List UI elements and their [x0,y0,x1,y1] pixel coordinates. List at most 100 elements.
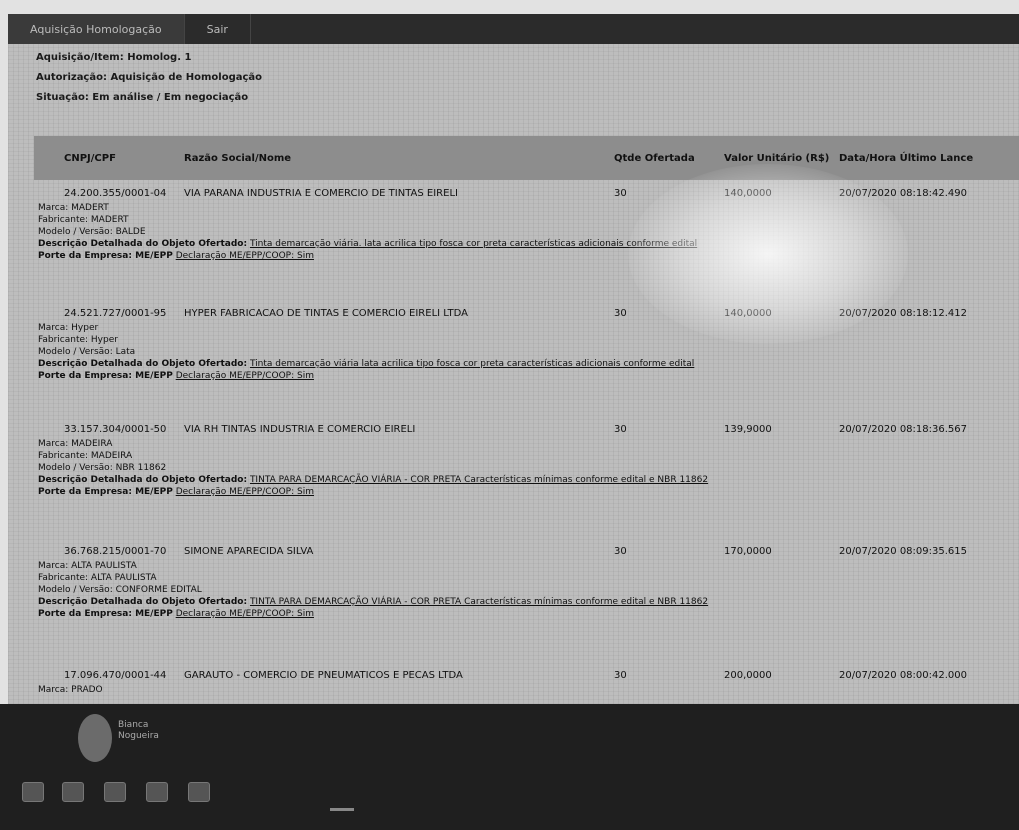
descricao-line: Descrição Detalhada do Objeto Ofertado: … [38,238,1019,250]
cell-valor: 170,0000 [724,545,772,557]
descricao-line: Descrição Detalhada do Objeto Ofertado: … [38,596,1019,608]
descricao-label: Descrição Detalhada do Objeto Ofertado: [38,475,248,485]
cell-qtd: 30 [614,423,627,435]
cell-razao: VIA RH TINTAS INDUSTRIA E COMERCIO EIREL… [184,423,416,435]
taskbar: Bianca Nogueira [0,704,1019,830]
table-row: 33.157.304/0001-50 VIA RH TINTAS INDUSTR… [34,420,1019,498]
descricao-link[interactable]: TINTA PARA DEMARCAÇÃO VIÁRIA - COR PRETA… [250,597,708,607]
header-valor: Valor Unitário (R$) [724,152,830,164]
cell-valor: 139,9000 [724,423,772,435]
declaracao-link[interactable]: Declaração ME/EPP/COOP: Sim [176,251,314,261]
row-main: 36.768.215/0001-70 SIMONE APARECIDA SILV… [34,542,1019,560]
cell-razao: VIA PARANA INDUSTRIA E COMERCIO DE TINTA… [184,187,458,199]
row-detail: Marca: MADEIRA Fabricante: MADEIRA Model… [34,438,1019,498]
cell-cnpj: 33.157.304/0001-50 [64,423,167,435]
porte-line: Porte da Empresa: ME/EPP Declaração ME/E… [38,608,1019,620]
header-cnpj: CNPJ/CPF [64,152,116,164]
row-main: 24.200.355/0001-04 VIA PARANA INDUSTRIA … [34,184,1019,202]
tab-sair[interactable]: Sair [185,14,251,44]
descricao-label: Descrição Detalhada do Objeto Ofertado: [38,239,248,249]
cell-cnpj: 36.768.215/0001-70 [64,545,167,557]
declaracao-link[interactable]: Declaração ME/EPP/COOP: Sim [176,487,314,497]
cell-qtd: 30 [614,669,627,681]
header-qtd: Qtde Ofertada [614,152,695,164]
table-row: 17.096.470/0001-44 GARAUTO - COMERCIO DE… [34,666,1019,696]
descricao-label: Descrição Detalhada do Objeto Ofertado: [38,597,248,607]
row-detail: Marca: PRADO [34,684,1019,696]
fabricante: Fabricante: MADEIRA [38,451,133,461]
taskbar-app-icon[interactable] [104,782,126,802]
descricao-link[interactable]: Tinta demarcação viária. lata acrilica t… [250,239,697,249]
modelo: Modelo / Versão: NBR 11862 [38,463,167,473]
row-detail: Marca: Hyper Fabricante: Hyper Modelo / … [34,322,1019,382]
fabricante: Fabricante: ALTA PAULISTA [38,573,157,583]
fabricante: Fabricante: MADERT [38,215,129,225]
porte-line: Porte da Empresa: ME/EPP Declaração ME/E… [38,486,1019,498]
cell-qtd: 30 [614,187,627,199]
row-main: 33.157.304/0001-50 VIA RH TINTAS INDUSTR… [34,420,1019,438]
porte-label: Porte da Empresa: ME/EPP [38,609,173,619]
cell-valor: 140,0000 [724,187,772,199]
item-info: Aquisição/Item: Homolog. 1 Autorização: … [8,44,1019,112]
row-detail: Marca: ALTA PAULISTA Fabricante: ALTA PA… [34,560,1019,620]
descricao-link[interactable]: TINTA PARA DEMARCAÇÃO VIÁRIA - COR PRETA… [250,475,708,485]
marca: Marca: Hyper [38,323,99,333]
cell-data: 20/07/2020 08:18:12.412 [839,307,967,319]
marca: Marca: MADERT [38,203,109,213]
descricao-link[interactable]: Tinta demarcação viária lata acrilica ti… [250,359,694,369]
cell-razao: GARAUTO - COMERCIO DE PNEUMATICOS E PECA… [184,669,463,681]
fabricante: Fabricante: Hyper [38,335,118,345]
cell-data: 20/07/2020 08:09:35.615 [839,545,967,557]
table-row: 24.521.727/0001-95 HYPER FABRICACAO DE T… [34,304,1019,382]
info-line-3: Situação: Em análise / Em negociação [36,92,249,103]
row-main: 24.521.727/0001-95 HYPER FABRICACAO DE T… [34,304,1019,322]
cell-valor: 200,0000 [724,669,772,681]
cell-razao: HYPER FABRICACAO DE TINTAS E COMERCIO EI… [184,307,468,319]
cell-cnpj: 24.200.355/0001-04 [64,187,167,199]
descricao-line: Descrição Detalhada do Objeto Ofertado: … [38,474,1019,486]
porte-label: Porte da Empresa: ME/EPP [38,487,173,497]
browser-window: Aquisição Homologação Sair Aquisição/Ite… [8,14,1019,704]
row-main: 17.096.470/0001-44 GARAUTO - COMERCIO DE… [34,666,1019,684]
marca: Marca: MADEIRA [38,439,113,449]
taskbar-app-icon[interactable] [62,782,84,802]
porte-line: Porte da Empresa: ME/EPP Declaração ME/E… [38,250,1019,262]
user-name: Bianca Nogueira [118,720,159,741]
marca: Marca: ALTA PAULISTA [38,561,137,571]
header-razao: Razão Social/Nome [184,152,292,164]
row-detail: Marca: MADERT Fabricante: MADERT Modelo … [34,202,1019,262]
info-line-1: Aquisição/Item: Homolog. 1 [36,52,192,63]
modelo: Modelo / Versão: CONFORME EDITAL [38,585,202,595]
cell-valor: 140,0000 [724,307,772,319]
declaracao-link[interactable]: Declaração ME/EPP/COOP: Sim [176,609,314,619]
avatar[interactable] [78,714,112,762]
info-line-2: Autorização: Aquisição de Homologação [36,72,263,83]
modelo: Modelo / Versão: BALDE [38,227,146,237]
descricao-label: Descrição Detalhada do Objeto Ofertado: [38,359,248,369]
table-row: 24.200.355/0001-04 VIA PARANA INDUSTRIA … [34,184,1019,262]
cell-cnpj: 17.096.470/0001-44 [64,669,167,681]
porte-line: Porte da Empresa: ME/EPP Declaração ME/E… [38,370,1019,382]
table-row: 36.768.215/0001-70 SIMONE APARECIDA SILV… [34,542,1019,620]
cell-qtd: 30 [614,307,627,319]
tab-aquisicao[interactable]: Aquisição Homologação [8,14,185,44]
window-tabbar: Aquisição Homologação Sair [8,14,1019,44]
marca: Marca: PRADO [38,685,103,695]
porte-label: Porte da Empresa: ME/EPP [38,251,173,261]
cell-data: 20/07/2020 08:18:42.490 [839,187,967,199]
bottom-mark [330,808,354,811]
declaracao-link[interactable]: Declaração ME/EPP/COOP: Sim [176,371,314,381]
porte-label: Porte da Empresa: ME/EPP [38,371,173,381]
taskbar-app-icon[interactable] [22,782,44,802]
photo-frame: Aquisição Homologação Sair Aquisição/Ite… [0,0,1019,830]
cell-data: 20/07/2020 08:18:36.567 [839,423,967,435]
taskbar-app-icon[interactable] [146,782,168,802]
modelo: Modelo / Versão: Lata [38,347,136,357]
cell-razao: SIMONE APARECIDA SILVA [184,545,314,557]
table-header: CNPJ/CPF Razão Social/Nome Qtde Ofertada… [34,136,1019,180]
cell-cnpj: 24.521.727/0001-95 [64,307,167,319]
taskbar-app-icon[interactable] [188,782,210,802]
header-data: Data/Hora Último Lance [839,152,974,164]
cell-data: 20/07/2020 08:00:42.000 [839,669,967,681]
descricao-line: Descrição Detalhada do Objeto Ofertado: … [38,358,1019,370]
